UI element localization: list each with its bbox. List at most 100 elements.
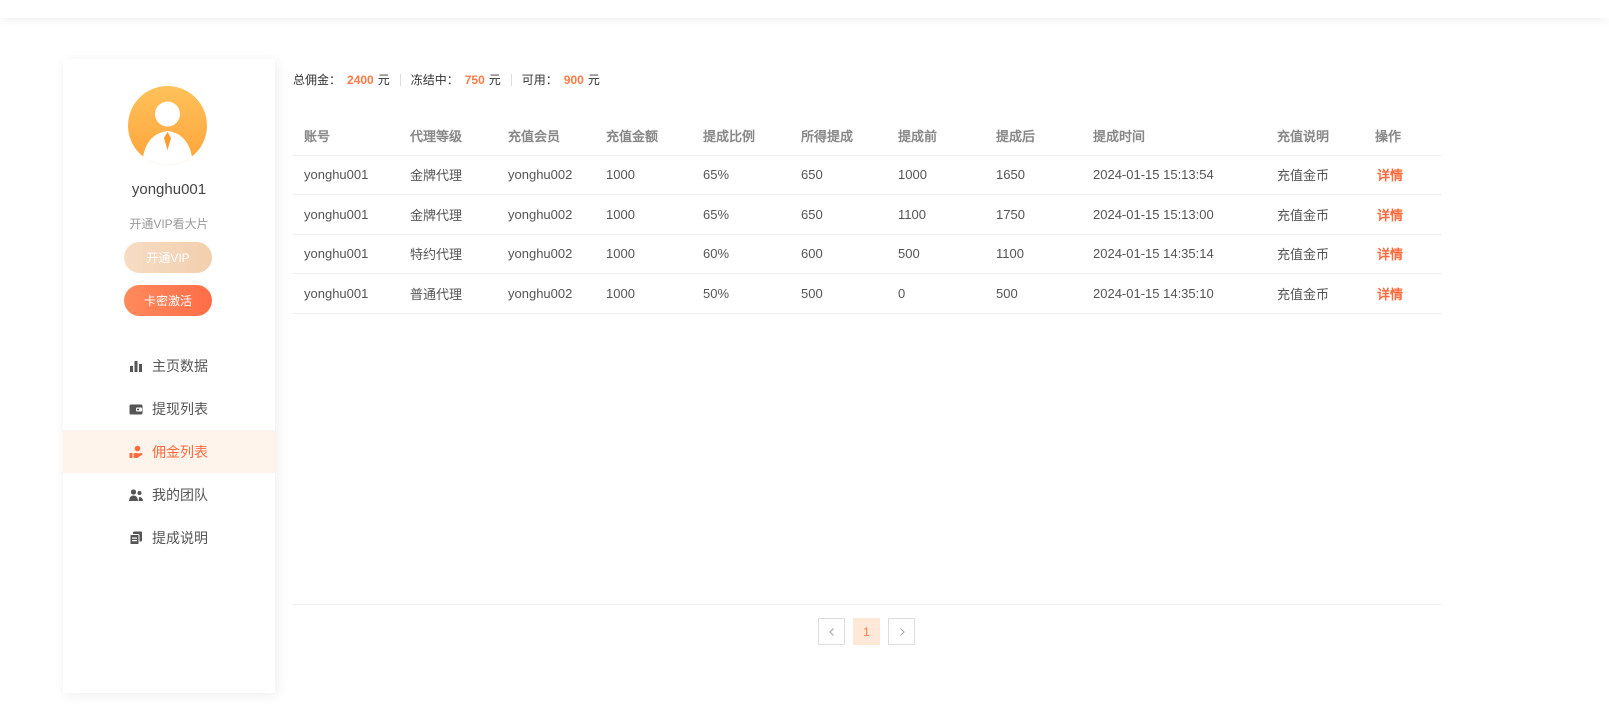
commission-summary: 总佣金： 2400 元 冻结中： 750 元 可用： 900 元	[293, 71, 600, 88]
card-activate-button[interactable]: 卡密激活	[124, 285, 212, 316]
header-commission-earned: 所得提成	[790, 117, 887, 156]
header-account: 账号	[293, 117, 399, 156]
sidebar-item-label: 主页数据	[152, 357, 208, 374]
cell-recharge-amount: 1000	[595, 194, 692, 235]
sidebar-item-label: 提现列表	[152, 400, 208, 417]
available-label: 可用：	[521, 73, 558, 87]
page-number-button[interactable]: 1	[853, 618, 880, 645]
team-icon	[129, 488, 143, 502]
sidebar-item-label: 我的团队	[152, 486, 208, 503]
cell-recharge-note: 充值金币	[1266, 155, 1364, 195]
pagination: 1	[818, 618, 915, 645]
cell-commission-earned: 500	[790, 273, 887, 314]
cell-after: 1650	[985, 155, 1082, 195]
header-before: 提成前	[887, 117, 985, 156]
open-vip-button[interactable]: 开通VIP	[124, 242, 212, 273]
cell-recharge-amount: 1000	[595, 273, 692, 314]
cell-commission-earned: 600	[790, 234, 887, 274]
cell-recharge-note: 充值金币	[1266, 234, 1364, 274]
header-commission-rate: 提成比例	[692, 117, 790, 156]
frozen-unit: 元	[488, 73, 501, 87]
avatar	[128, 86, 207, 165]
cell-commission-rate: 65%	[692, 194, 790, 235]
cell-after: 1750	[985, 194, 1082, 235]
detail-link[interactable]: 详情	[1364, 194, 1441, 235]
divider	[399, 73, 401, 86]
header-action: 操作	[1364, 117, 1441, 156]
cell-agent-level: 金牌代理	[399, 155, 497, 195]
document-icon	[129, 531, 143, 545]
frozen-label: 冻结中：	[410, 73, 459, 87]
cell-account: yonghu001	[293, 194, 399, 235]
cell-before: 500	[887, 234, 985, 274]
header-commission-time: 提成时间	[1082, 117, 1266, 156]
sidebar-item-commission-list[interactable]: 佣金列表	[63, 430, 275, 473]
cell-before: 1100	[887, 194, 985, 235]
username: yonghu001	[131, 181, 207, 198]
cell-commission-earned: 650	[790, 194, 887, 235]
cell-commission-time: 2024-01-15 14:35:14	[1082, 234, 1266, 274]
detail-link[interactable]: 详情	[1364, 234, 1441, 274]
table-row: yonghu001 金牌代理 yonghu002 1000 65% 650 11…	[293, 194, 1441, 235]
cell-recharge-member: yonghu002	[497, 194, 595, 235]
sidebar-item-commission-guide[interactable]: 提成说明	[63, 516, 275, 559]
cell-commission-time: 2024-01-15 15:13:54	[1082, 155, 1266, 195]
table-row: yonghu001 金牌代理 yonghu002 1000 65% 650 10…	[293, 155, 1441, 195]
next-page-button[interactable]	[888, 618, 915, 645]
detail-link[interactable]: 详情	[1364, 155, 1441, 195]
total-commission-value: 2400	[347, 72, 374, 87]
available-unit: 元	[587, 73, 600, 87]
vip-tip: 开通VIP看大片	[129, 217, 209, 231]
total-commission-label: 总佣金：	[293, 73, 342, 87]
sidebar-item-home-data[interactable]: 主页数据	[63, 344, 275, 387]
sidebar-item-my-team[interactable]: 我的团队	[63, 473, 275, 516]
divider	[510, 73, 512, 86]
cell-commission-rate: 60%	[692, 234, 790, 274]
user-avatar-icon	[142, 101, 193, 165]
header-agent-level: 代理等级	[399, 117, 497, 156]
cell-recharge-member: yonghu002	[497, 155, 595, 195]
chevron-right-icon	[899, 627, 905, 636]
table-header-row: 账号 代理等级 充值会员 充值金额 提成比例 所得提成 提成前 提成后 提成时间…	[293, 117, 1441, 156]
cell-recharge-amount: 1000	[595, 234, 692, 274]
cell-before: 0	[887, 273, 985, 314]
cell-commission-rate: 50%	[692, 273, 790, 314]
cell-agent-level: 特约代理	[399, 234, 497, 274]
sidebar-item-withdraw-list[interactable]: 提现列表	[63, 387, 275, 430]
table-row: yonghu001 普通代理 yonghu002 1000 50% 500 0 …	[293, 273, 1441, 314]
chevron-left-icon	[828, 627, 834, 636]
cell-account: yonghu001	[293, 234, 399, 274]
header-after: 提成后	[985, 117, 1082, 156]
total-commission-unit: 元	[377, 73, 390, 87]
available-value: 900	[563, 72, 584, 87]
cell-recharge-note: 充值金币	[1266, 273, 1364, 314]
wallet-icon	[129, 402, 143, 416]
sidebar-item-label: 提成说明	[152, 529, 208, 546]
cell-account: yonghu001	[293, 155, 399, 195]
cell-recharge-note: 充值金币	[1266, 194, 1364, 235]
header-recharge-note: 充值说明	[1266, 117, 1364, 156]
frozen-value: 750	[464, 72, 485, 87]
cell-agent-level: 金牌代理	[399, 194, 497, 235]
cell-after: 1100	[985, 234, 1082, 274]
table-row: yonghu001 特约代理 yonghu002 1000 60% 600 50…	[293, 234, 1441, 274]
commission-table: 账号 代理等级 充值会员 充值金额 提成比例 所得提成 提成前 提成后 提成时间…	[293, 117, 1441, 314]
cell-commission-time: 2024-01-15 14:35:10	[1082, 273, 1266, 314]
cell-commission-earned: 650	[790, 155, 887, 195]
hand-coin-icon	[129, 445, 143, 459]
prev-page-button[interactable]	[818, 618, 845, 645]
sidebar: yonghu001 开通VIP看大片 开通VIP 卡密激活 主页数据 提现列表 …	[63, 59, 275, 693]
sidebar-nav: 主页数据 提现列表 佣金列表 我的团队 提成说明	[63, 344, 275, 559]
cell-before: 1000	[887, 155, 985, 195]
bar-chart-icon	[129, 359, 143, 373]
sidebar-item-label: 佣金列表	[152, 443, 208, 460]
cell-commission-time: 2024-01-15 15:13:00	[1082, 194, 1266, 235]
table-bottom-divider	[293, 604, 1441, 605]
header-recharge-member: 充值会员	[497, 117, 595, 156]
detail-link[interactable]: 详情	[1364, 273, 1441, 314]
header-recharge-amount: 充值金额	[595, 117, 692, 156]
cell-agent-level: 普通代理	[399, 273, 497, 314]
cell-after: 500	[985, 273, 1082, 314]
cell-account: yonghu001	[293, 273, 399, 314]
cell-recharge-amount: 1000	[595, 155, 692, 195]
